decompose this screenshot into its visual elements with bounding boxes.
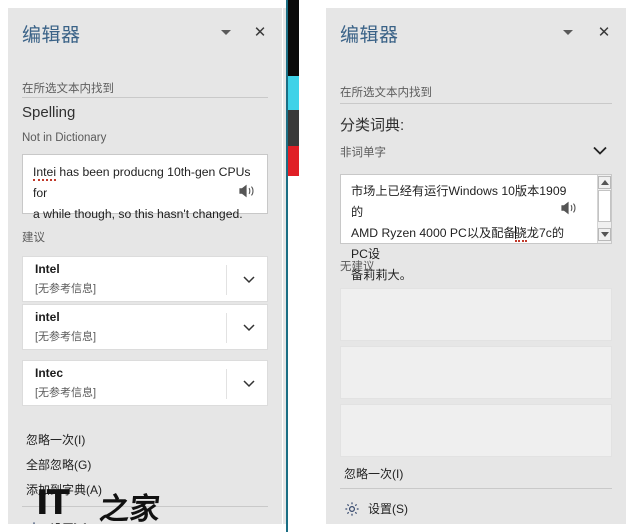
gear-icon [26,521,42,524]
left-sub-label: Not in Dictionary [22,132,107,144]
chevron-down-icon[interactable] [241,375,257,391]
gear-icon [344,501,360,517]
editor-pane-left: 编辑器 ✕ 在所选文本内找到 Spelling Not in Dictionar… [8,8,282,524]
right-settings-label: 设置(S) [368,502,408,516]
scroll-up-arrow[interactable] [598,176,611,189]
left-suggestions-label: 建议 [22,232,45,244]
right-section-title: 分类词典: [340,117,405,134]
left-sentence-box[interactable]: Intei has been producng 10th-gen CPUs fo… [22,154,268,221]
strip-segment-black [288,0,299,76]
empty-suggestion-card-1[interactable] [340,346,612,399]
strip-segment-gray [288,110,299,146]
strip-segment-cyan [288,76,299,110]
screenshot-root: 编辑器 ✕ 在所选文本内找到 Spelling Not in Dictionar… [0,0,644,532]
suggestion-note: [无参考信息] [35,331,97,343]
empty-suggestion-card-2[interactable] [340,404,612,457]
suggestion-word: Intec [35,366,64,380]
left-divider-bottom [22,506,268,507]
left-sentence-text: Intei has been producng 10th-gen CPUs fo… [33,162,253,225]
right-sentence-line2-a: AMD Ryzen 4000 PC以及配备 [351,226,516,240]
left-settings-label: 设置(S) [50,520,90,524]
right-divider-bottom [340,488,612,489]
empty-suggestion-card-0[interactable] [340,288,612,341]
chevron-down-icon[interactable] [590,140,610,160]
watermark-logo-cjk: 之家 [97,493,162,524]
right-suggestions-label: 无建议 [340,261,375,273]
suggestion-card-0[interactable]: Intel [无参考信息] [22,256,268,302]
right-page-title: 编辑器 [340,25,399,46]
close-icon: ✕ [597,22,611,41]
suggestion-note: [无参考信息] [35,387,97,399]
left-page-title: 编辑器 [22,25,81,46]
right-action-ignore-once[interactable]: 忽略一次(I) [344,465,403,482]
right-sentence-scrollbar[interactable] [597,175,611,243]
suggestion-divider [226,313,227,343]
speaker-icon[interactable] [559,200,579,216]
right-header-dropdown-button[interactable] [558,22,578,42]
left-settings-row[interactable]: 设置(S) [26,520,90,524]
chevron-down-icon[interactable] [241,271,257,287]
right-divider-top [340,103,612,104]
right-category-value: 非词单字 [340,147,386,159]
chevron-down-icon[interactable] [241,319,257,335]
left-sentence-line2: a while though, so this hasn't changed. [33,207,243,221]
left-close-button[interactable]: ✕ [250,22,270,42]
right-sentence-line1: 市场上已经有运行Windows 10版本1909的 [351,184,567,219]
right-settings-row[interactable]: 设置(S) [344,500,408,517]
action-ignore-all[interactable]: 全部忽略(G) [26,456,91,473]
right-sentence-error-char: 骁 [514,226,527,242]
suggestion-divider [226,369,227,399]
suggestion-card-2[interactable]: Intec [无参考信息] [22,360,268,406]
suggestion-note: [无参考信息] [35,283,97,295]
scrollbar-thumb[interactable] [598,190,611,222]
editor-pane-right: 编辑器 ✕ 在所选文本内找到 分类词典: 非词单字 市场上已经有运行Window… [326,8,626,524]
strip-segment-red [288,146,299,176]
caret-down-icon [563,29,573,35]
suggestion-card-1[interactable]: intel [无参考信息] [22,304,268,350]
right-sentence-text: 市场上已经有运行Windows 10版本1909的 AMD Ryzen 4000… [351,181,575,286]
accent-color-strip [288,0,299,532]
right-sentence-box[interactable]: 市场上已经有运行Windows 10版本1909的 AMD Ryzen 4000… [340,174,612,282]
action-ignore-once[interactable]: 忽略一次(I) [26,431,85,448]
left-found-label: 在所选文本内找到 [22,83,114,95]
left-misspelled-word: Intei [33,165,57,181]
left-divider-top [22,97,268,98]
left-pane-header: 编辑器 ✕ [8,8,282,60]
right-pane-header: 编辑器 ✕ [326,8,626,60]
suggestion-word: intel [35,310,60,324]
left-sentence-line1-rest: has been producng 10th-gen CPUs for [33,165,251,200]
left-header-dropdown-button[interactable] [216,22,236,42]
strip-segment-white [288,176,299,532]
speaker-icon[interactable] [237,183,257,199]
suggestion-divider [226,265,227,295]
action-add-to-dictionary[interactable]: 添加到字典(A) [26,481,102,498]
right-found-label: 在所选文本内找到 [340,87,432,99]
caret-down-icon [221,29,231,35]
left-section-title: Spelling [22,104,76,121]
close-icon: ✕ [253,22,267,41]
right-close-button[interactable]: ✕ [594,22,614,42]
suggestion-word: Intel [35,262,60,276]
scroll-down-arrow[interactable] [598,228,611,241]
